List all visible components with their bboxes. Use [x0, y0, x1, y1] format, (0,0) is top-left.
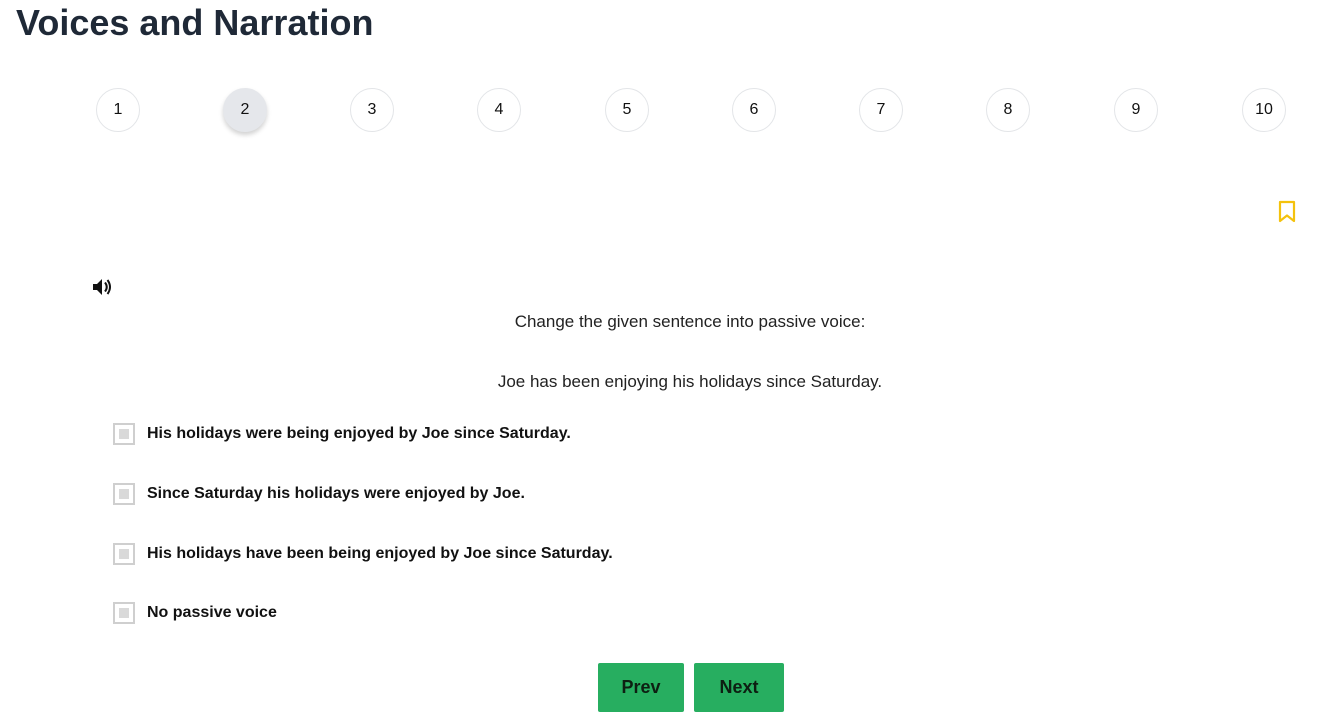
step-3-button[interactable]: 3	[350, 88, 394, 132]
option-checkbox[interactable]	[113, 423, 135, 445]
option-checkbox[interactable]	[113, 483, 135, 505]
step-5-button[interactable]: 5	[605, 88, 649, 132]
step-7-button[interactable]: 7	[859, 88, 903, 132]
step-2-button[interactable]: 2	[223, 88, 267, 132]
option-checkbox[interactable]	[113, 543, 135, 565]
question-sentence: Joe has been enjoying his holidays since…	[497, 372, 883, 391]
step-6-button[interactable]: 6	[732, 88, 776, 132]
answer-option-1[interactable]: His holidays were being enjoyed by Joe s…	[113, 422, 571, 446]
step-9-button[interactable]: 9	[1114, 88, 1158, 132]
speaker-icon[interactable]	[91, 276, 115, 298]
question-stepper: 1 2 3 4 5 6 7 8 9 10	[0, 88, 1334, 134]
step-4-button[interactable]: 4	[477, 88, 521, 132]
option-label: His holidays have been being enjoyed by …	[147, 545, 613, 562]
answer-option-3[interactable]: His holidays have been being enjoyed by …	[113, 542, 613, 566]
answer-option-2[interactable]: Since Saturday his holidays were enjoyed…	[113, 482, 525, 506]
step-1-button[interactable]: 1	[96, 88, 140, 132]
step-10-button[interactable]: 10	[1242, 88, 1286, 132]
option-label: Since Saturday his holidays were enjoyed…	[147, 485, 525, 502]
question-instruction: Change the given sentence into passive v…	[514, 312, 866, 331]
answer-option-4[interactable]: No passive voice	[113, 601, 277, 625]
page-title: Voices and Narration	[16, 2, 374, 43]
step-8-button[interactable]: 8	[986, 88, 1030, 132]
next-button[interactable]: Next	[694, 663, 784, 712]
option-label: No passive voice	[147, 604, 277, 621]
bookmark-icon[interactable]	[1277, 200, 1297, 224]
option-label: His holidays were being enjoyed by Joe s…	[147, 425, 571, 442]
option-checkbox[interactable]	[113, 602, 135, 624]
prev-button[interactable]: Prev	[598, 663, 684, 712]
